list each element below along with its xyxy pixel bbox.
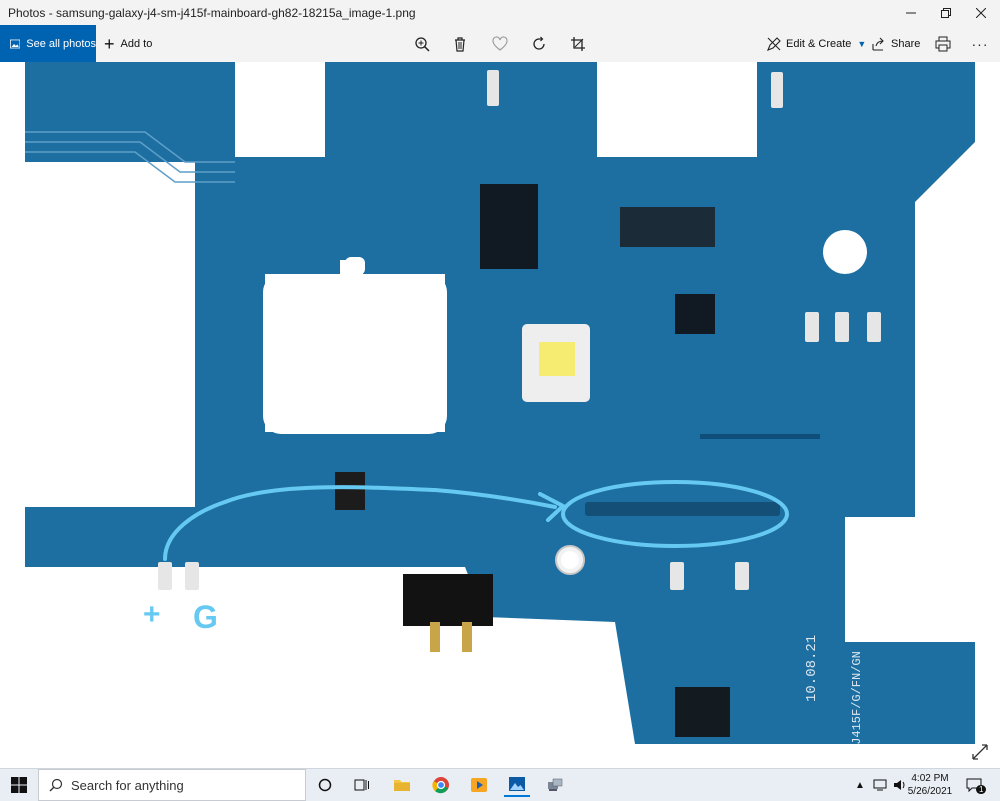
restore-icon — [940, 7, 951, 18]
clock[interactable]: 4:02 PM 5/26/2021 — [902, 772, 958, 798]
printer-icon — [935, 36, 951, 52]
file-explorer-app[interactable] — [389, 773, 415, 797]
taskbar-search[interactable]: Search for anything — [38, 769, 306, 801]
photos-app-icon — [509, 777, 525, 791]
action-center-button[interactable]: 1 — [966, 769, 987, 801]
minimize-icon — [905, 12, 916, 13]
see-all-photos-label: See all photos — [26, 37, 96, 50]
chevron-up-icon[interactable]: ▲ — [855, 780, 865, 791]
share-button[interactable]: Share — [872, 25, 920, 62]
add-to-button[interactable]: + Add to — [104, 25, 152, 62]
expand-icon[interactable] — [970, 742, 990, 762]
maximize-button[interactable] — [928, 0, 963, 25]
photos-app[interactable] — [504, 773, 530, 797]
heart-icon — [492, 36, 508, 51]
mainboard-photo[interactable]: 10.08.21 -J415F/G/FN/GN + G — [25, 62, 975, 744]
crop-button[interactable] — [568, 34, 588, 54]
share-icon — [872, 37, 884, 51]
annotation-plus: + — [143, 598, 161, 631]
crop-icon — [571, 37, 585, 51]
edit-create-button[interactable]: Edit & Create ▼ — [767, 25, 866, 62]
share-label: Share — [891, 37, 921, 50]
title-bar: Photos - samsung-galaxy-j4-sm-j415f-main… — [0, 0, 1000, 25]
toolbar: See all photos + Add to Edit & Create ▼ … — [0, 25, 1000, 62]
minimize-button[interactable] — [893, 0, 928, 25]
close-icon — [975, 7, 986, 18]
clock-date: 5/26/2021 — [907, 786, 953, 797]
board-model-text: -J415F/G/FN/GN — [850, 651, 864, 744]
notification-count: 1 — [976, 784, 987, 794]
cortana-icon — [318, 778, 332, 792]
rotate-icon — [533, 36, 545, 50]
task-view-button[interactable] — [349, 773, 375, 797]
search-icon — [49, 778, 63, 792]
computer-icon — [548, 778, 563, 791]
favorite-button[interactable] — [490, 34, 510, 54]
add-to-label: Add to — [120, 37, 153, 50]
taskbar: Search for anything ▲ 4:02 PM 5/26/2021 … — [0, 768, 1000, 801]
chrome-icon — [432, 777, 449, 794]
print-button[interactable] — [933, 34, 953, 54]
edit-icon — [767, 36, 781, 51]
chevron-down-icon: ▼ — [857, 38, 867, 49]
plus-icon: + — [104, 33, 115, 54]
folder-icon — [394, 780, 410, 791]
network-icon[interactable] — [873, 779, 887, 791]
edit-create-label: Edit & Create — [786, 37, 852, 50]
window-title: Photos - samsung-galaxy-j4-sm-j415f-main… — [8, 6, 416, 20]
more-icon: ··· — [971, 36, 989, 52]
board-date-text: 10.08.21 — [804, 635, 820, 702]
annotation-g: G — [193, 599, 218, 635]
photos-icon — [10, 39, 21, 48]
image-viewer: 10.08.21 -J415F/G/FN/GN + G — [0, 62, 1000, 768]
clock-time: 4:02 PM — [911, 773, 949, 784]
zoom-button[interactable] — [412, 34, 432, 54]
chrome-app[interactable] — [428, 773, 454, 797]
network-app[interactable] — [542, 773, 568, 797]
search-placeholder: Search for anything — [71, 777, 184, 793]
media-player-icon — [471, 778, 487, 792]
rotate-button[interactable] — [529, 34, 549, 54]
media-player-app[interactable] — [466, 773, 492, 797]
cortana-button[interactable] — [312, 773, 338, 797]
close-button[interactable] — [963, 0, 998, 25]
start-button[interactable] — [0, 769, 38, 801]
zoom-icon — [415, 37, 430, 52]
more-options-button[interactable]: ··· — [970, 34, 990, 54]
task-view-icon — [354, 779, 369, 791]
trash-icon — [455, 37, 465, 52]
system-tray: ▲ — [855, 769, 907, 801]
delete-button[interactable] — [450, 34, 470, 54]
windows-icon — [11, 777, 27, 793]
see-all-photos-button[interactable]: See all photos — [0, 25, 96, 62]
